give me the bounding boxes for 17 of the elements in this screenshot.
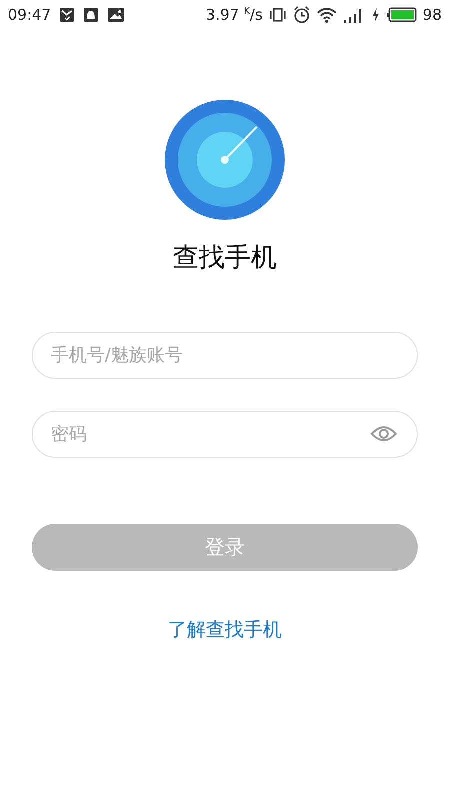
account-field[interactable]: 手机号/魅族账号 [32,332,418,379]
notification-icon [83,7,100,23]
network-speed: 3.97 $^{K}$/s [206,6,263,24]
show-password-icon[interactable] [370,425,398,443]
radar-logo-icon [165,100,285,220]
message-icon [59,7,76,23]
clock-time: 09:47 [8,6,52,24]
learn-more-link[interactable]: 了解查找手机 [168,617,282,643]
app-title: 查找手机 [173,242,277,275]
battery-percent: 98 [422,6,442,24]
battery-icon [386,7,417,23]
wifi-icon [316,7,337,23]
charging-icon [370,7,381,23]
image-icon [107,7,126,23]
alarm-icon [292,6,311,24]
password-field[interactable]: 密码 [32,411,418,458]
vibrate-icon [268,7,287,23]
